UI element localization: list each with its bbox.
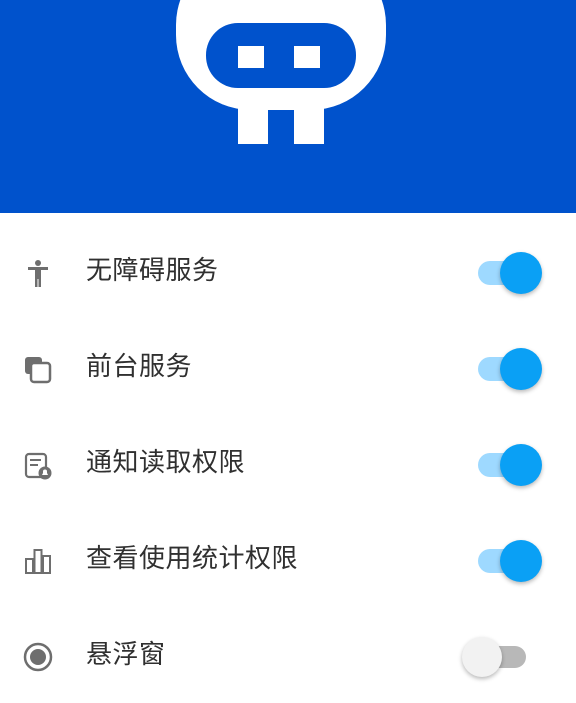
permission-row-accessibility[interactable]: 无障碍服务 <box>0 223 576 319</box>
permission-row-usage-stats[interactable]: 查看使用统计权限 <box>0 511 576 607</box>
permission-label: 查看使用统计权限 <box>86 544 299 574</box>
radio-target-icon <box>22 641 54 673</box>
floating-window-toggle[interactable] <box>462 636 546 678</box>
permission-row-foreground-service[interactable]: 前台服务 <box>0 319 576 415</box>
usage-stats-toggle[interactable] <box>474 540 546 582</box>
toggle-thumb <box>500 252 542 294</box>
permission-row-floating-window[interactable]: 悬浮窗 <box>0 607 576 703</box>
toggle-thumb <box>500 540 542 582</box>
permission-label: 悬浮窗 <box>86 640 166 670</box>
foreground-service-toggle[interactable] <box>474 348 546 390</box>
notification-read-toggle[interactable] <box>474 444 546 486</box>
toggle-thumb <box>500 444 542 486</box>
permission-label: 无障碍服务 <box>86 256 219 286</box>
toggle-thumb <box>462 637 502 677</box>
accessibility-toggle[interactable] <box>474 252 546 294</box>
permission-label: 通知读取权限 <box>86 448 246 478</box>
accessibility-icon <box>22 257 54 289</box>
toggle-thumb <box>500 348 542 390</box>
bar-chart-icon <box>22 545 54 577</box>
permission-label: 前台服务 <box>86 352 193 382</box>
app-header <box>0 0 576 213</box>
permission-row-notification-read[interactable]: 通知读取权限 <box>0 415 576 511</box>
notification-doc-icon <box>22 449 54 481</box>
robot-face-logo-icon <box>176 0 386 144</box>
copy-layers-icon <box>22 353 54 385</box>
